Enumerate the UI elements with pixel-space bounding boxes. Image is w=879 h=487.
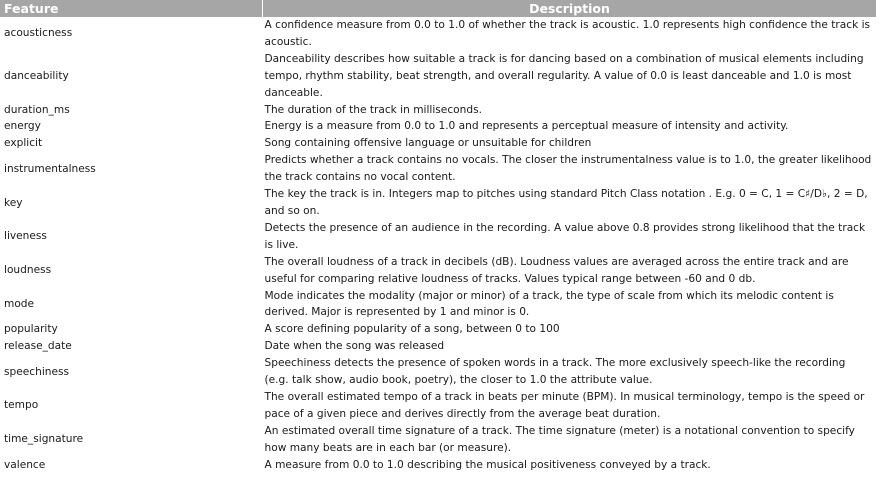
table-row: key The key the track is in. Integers ma… bbox=[0, 186, 876, 220]
table-row: mode Mode indicates the modality (major … bbox=[0, 288, 876, 322]
description-cell: A score defining popularity of a song, b… bbox=[264, 323, 560, 336]
description-cell: Energy is a measure from 0.0 to 1.0 and … bbox=[264, 120, 789, 133]
description-cell: Date when the song was released bbox=[264, 340, 445, 353]
feature-cell: time_signature bbox=[4, 433, 84, 446]
feature-cell: liveness bbox=[4, 230, 47, 243]
description-cell: The key the track is in. Integers map to… bbox=[264, 188, 868, 217]
header-feature: Feature bbox=[0, 0, 263, 17]
description-cell: Speechiness detects the presence of spok… bbox=[264, 357, 846, 387]
feature-cell: acousticness bbox=[4, 27, 73, 40]
feature-cell: key bbox=[4, 196, 23, 209]
description-cell: The overall estimated tempo of a track i… bbox=[264, 390, 865, 420]
description-cell: Predicts whether a track contains no voc… bbox=[264, 154, 872, 184]
feature-cell: explicit bbox=[4, 137, 43, 150]
description-cell: An estimated overall time signature of a… bbox=[264, 424, 855, 454]
table-row: danceability Danceability describes how … bbox=[0, 51, 876, 102]
table-row: instrumentalness Predicts whether a trac… bbox=[0, 152, 876, 186]
feature-cell: release_date bbox=[4, 340, 72, 353]
description-cell: A confidence measure from 0.0 to 1.0 of … bbox=[264, 19, 871, 48]
table-row: energy Energy is a measure from 0.0 to 1… bbox=[0, 118, 876, 135]
feature-cell: energy bbox=[4, 120, 41, 133]
feature-cell: valence bbox=[4, 458, 46, 471]
table-row: speechiness Speechiness detects the pres… bbox=[0, 355, 876, 389]
description-cell: Song containing offensive language or un… bbox=[264, 137, 592, 150]
feature-cell: tempo bbox=[4, 399, 39, 412]
table-row: liveness Detects the presence of an audi… bbox=[0, 220, 876, 254]
feature-cell: mode bbox=[4, 297, 35, 310]
table-row: duration_ms The duration of the track in… bbox=[0, 102, 876, 119]
header-description: Description bbox=[262, 0, 876, 17]
table-row: release_date Date when the song was rele… bbox=[0, 338, 876, 355]
feature-cell: danceability bbox=[4, 69, 69, 82]
table-body: acousticness A confidence measure from 0… bbox=[0, 17, 876, 473]
feature-cell: instrumentalness bbox=[4, 162, 96, 175]
table-row: tempo The overall estimated tempo of a t… bbox=[0, 389, 876, 423]
description-cell: The duration of the track in millisecond… bbox=[264, 103, 482, 116]
table-row: popularity A score defining popularity o… bbox=[0, 321, 876, 338]
description-cell: Danceability describes how suitable a tr… bbox=[264, 52, 864, 99]
description-cell: Mode indicates the modality (major or mi… bbox=[264, 289, 834, 319]
description-cell: A measure from 0.0 to 1.0 describing the… bbox=[264, 458, 711, 471]
table-row: time_signature An estimated overall time… bbox=[0, 423, 876, 457]
feature-cell: popularity bbox=[4, 323, 58, 336]
feature-cell: loudness bbox=[4, 264, 52, 277]
description-cell: Detects the presence of an audience in t… bbox=[264, 221, 866, 251]
table-header-row: Feature Description bbox=[0, 0, 876, 17]
table-row: valence A measure from 0.0 to 1.0 descri… bbox=[0, 457, 876, 474]
feature-description-table: Feature Description acousticness A confi… bbox=[0, 0, 876, 473]
description-cell: The overall loudness of a track in decib… bbox=[264, 255, 849, 285]
feature-cell: speechiness bbox=[4, 365, 70, 378]
table-row: loudness The overall loudness of a track… bbox=[0, 254, 876, 288]
table-row: acousticness A confidence measure from 0… bbox=[0, 17, 876, 51]
table-row: explicit Song containing offensive langu… bbox=[0, 135, 876, 152]
feature-cell: duration_ms bbox=[4, 103, 70, 116]
